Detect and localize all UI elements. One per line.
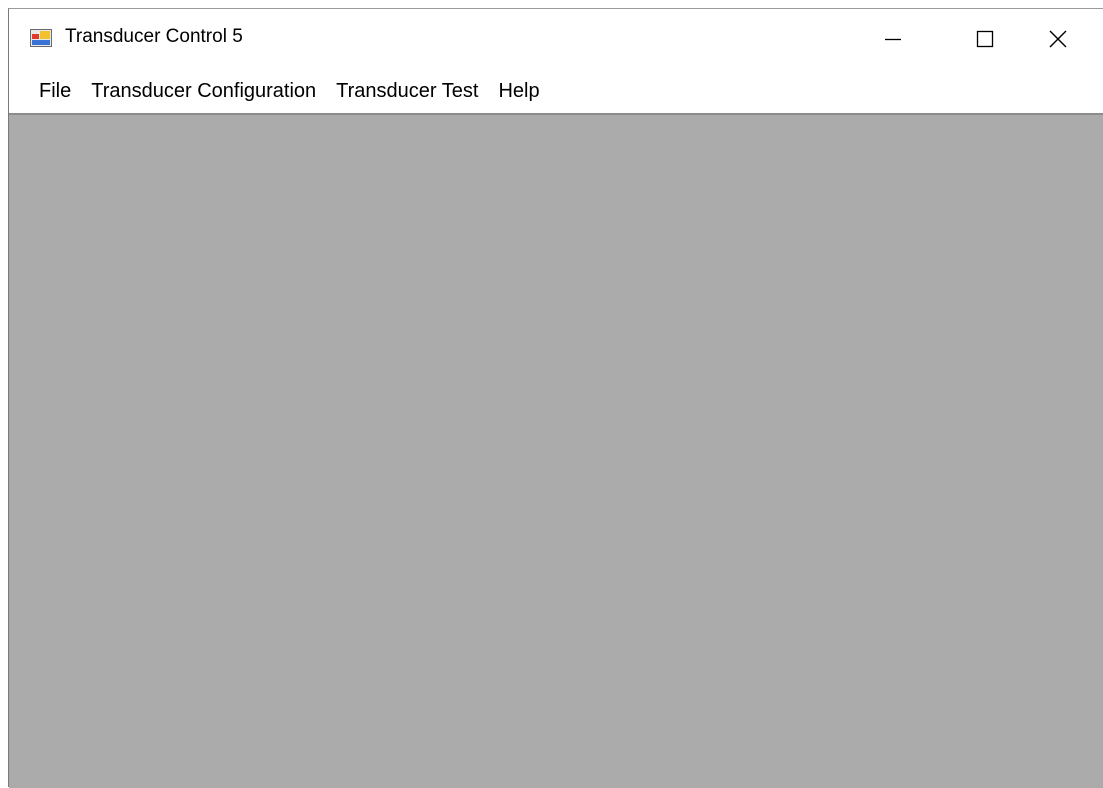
menu-help[interactable]: Help	[488, 72, 549, 110]
menu-bar: File Transducer Configuration Transducer…	[9, 68, 1103, 113]
maximize-icon	[976, 30, 994, 47]
main-window: Transducer Control 5 File Transducer Con…	[8, 8, 1103, 788]
minimize-icon	[885, 38, 901, 40]
menu-transducer-configuration[interactable]: Transducer Configuration	[81, 72, 326, 110]
close-button[interactable]	[1012, 9, 1103, 68]
close-icon	[1049, 30, 1067, 47]
window-title: Transducer Control 5	[65, 26, 243, 47]
app-window-icon	[30, 29, 52, 47]
minimize-button[interactable]	[847, 9, 939, 68]
menu-file[interactable]: File	[29, 72, 81, 110]
mdi-client-area	[9, 113, 1103, 788]
title-bar[interactable]: Transducer Control 5	[9, 9, 1103, 68]
menu-transducer-test[interactable]: Transducer Test	[326, 72, 488, 110]
